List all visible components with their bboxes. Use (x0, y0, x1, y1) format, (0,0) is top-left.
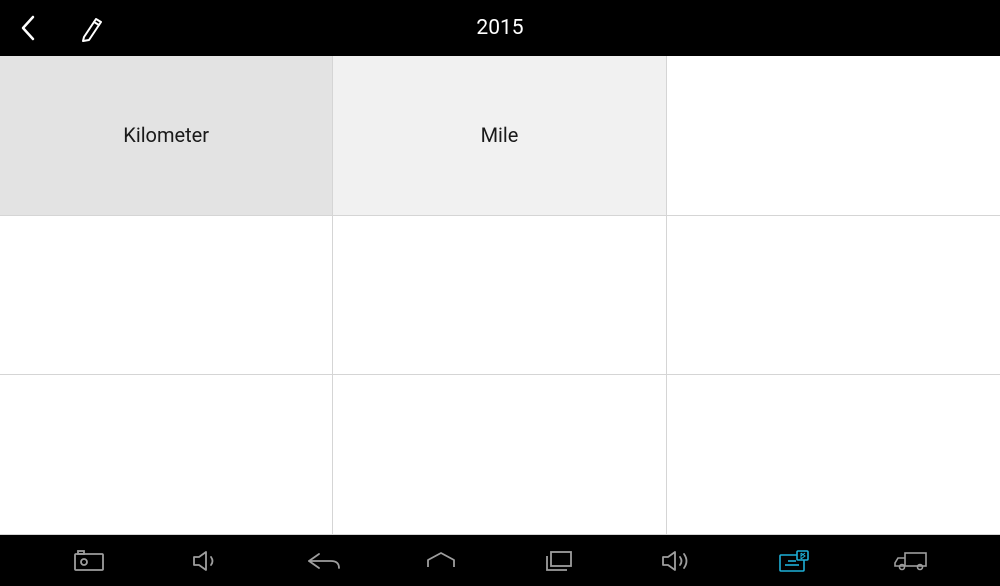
nav-bar (0, 535, 1000, 586)
option-label: Mile (481, 123, 519, 147)
nav-camera-button[interactable] (59, 535, 119, 586)
nav-volume-up-button[interactable] (646, 535, 706, 586)
nav-vehicle-button[interactable] (881, 535, 941, 586)
options-grid: Kilometer Mile (0, 56, 1000, 535)
nav-volume-down-button[interactable] (176, 535, 236, 586)
option-empty (667, 375, 1000, 535)
truck-icon (893, 550, 929, 572)
nav-home-button[interactable] (411, 535, 471, 586)
back-button[interactable] (8, 0, 48, 56)
option-empty (667, 56, 1000, 216)
recent-apps-icon (544, 550, 574, 572)
home-icon (424, 551, 458, 571)
back-arrow-icon (306, 551, 342, 571)
option-label: Kilometer (123, 123, 209, 147)
option-empty (667, 216, 1000, 376)
option-empty (0, 216, 333, 376)
option-mile[interactable]: Mile (333, 56, 666, 216)
volume-down-icon (191, 549, 221, 573)
nav-bluetooth-button[interactable] (764, 535, 824, 586)
option-empty (333, 375, 666, 535)
page-title: 2015 (476, 16, 523, 40)
option-empty (333, 216, 666, 376)
edit-button[interactable] (68, 0, 118, 56)
option-empty (0, 375, 333, 535)
pencil-icon (80, 14, 106, 42)
nav-recent-button[interactable] (529, 535, 589, 586)
chevron-left-icon (19, 14, 37, 42)
volume-up-icon (660, 549, 692, 573)
camera-icon (73, 550, 105, 572)
nav-back-button[interactable] (294, 535, 354, 586)
top-bar: 2015 (0, 0, 1000, 56)
bluetooth-screen-icon (777, 549, 811, 573)
option-kilometer[interactable]: Kilometer (0, 56, 333, 216)
